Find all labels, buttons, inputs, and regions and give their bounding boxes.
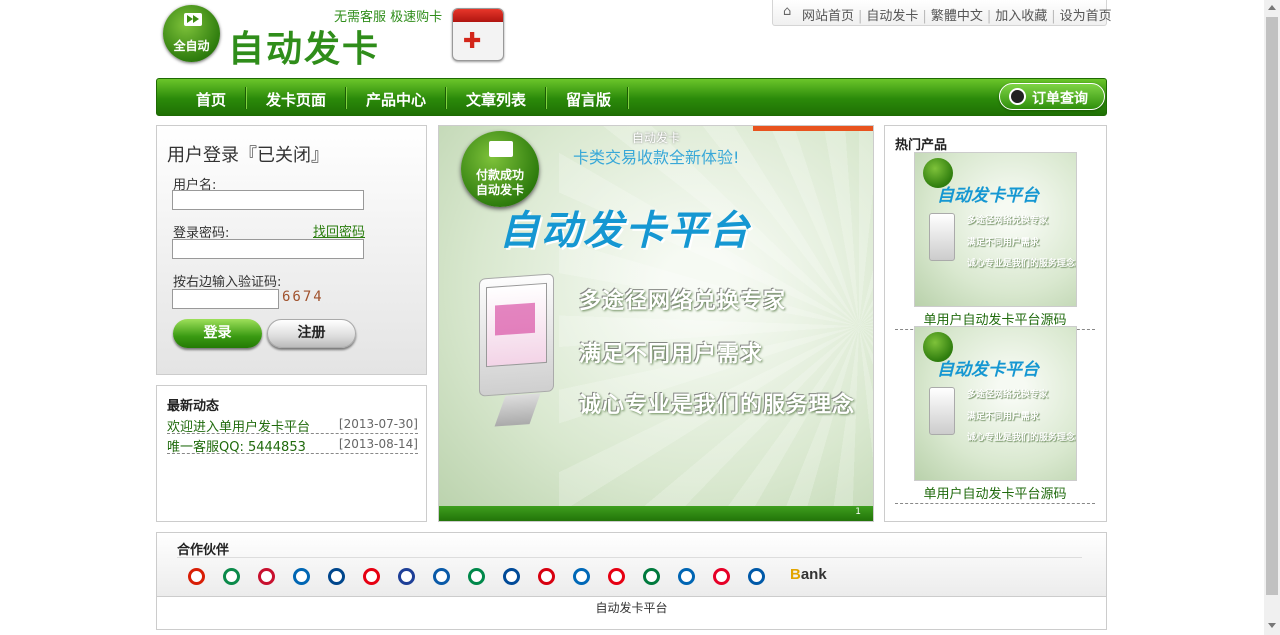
- top-link-traditional[interactable]: 繁體中文: [931, 9, 983, 24]
- captcha-image[interactable]: 6674: [282, 289, 324, 305]
- page: 全自动 自动发卡 无需客服 极速购卡 ✚ ⌂ 网站首页 | 自动发卡 | 繁體中文 | 加入…: [156, 0, 1112, 635]
- hot-products-title: 热门产品: [895, 138, 948, 153]
- scroll-thumb[interactable]: [1266, 17, 1278, 595]
- play-icon: [489, 141, 513, 157]
- bank-17-icon[interactable]: [748, 568, 765, 585]
- news-item-text[interactable]: 唯一客服QQ: 5444853: [167, 436, 306, 455]
- order-query-button[interactable]: 订单查询: [999, 83, 1105, 110]
- main-nav: 首页 发卡页面 产品中心 文章列表 留言版 订单查询: [156, 78, 1107, 116]
- footer-text: 自动发卡平台: [595, 601, 668, 615]
- captcha-input[interactable]: [172, 289, 279, 309]
- scroll-down-icon[interactable]: [1268, 623, 1276, 628]
- top-links-bar: ⌂ 网站首页 | 自动发卡 | 繁體中文 | 加入收藏 | 设为首页: [772, 0, 1112, 26]
- product-caption[interactable]: 单用户自动发卡平台源码: [895, 483, 1095, 504]
- footer: 自动发卡平台: [156, 597, 1107, 630]
- banner-title: 自动发卡平台: [499, 208, 751, 254]
- partners-panel: 合作伙伴 Bank: [156, 532, 1107, 597]
- password-input[interactable]: [172, 239, 364, 259]
- home-icon: ⌂: [783, 4, 792, 19]
- banner-badge: 付款成功 自动发卡: [461, 131, 539, 207]
- slogan: 无需客服 极速购卡: [334, 10, 443, 25]
- banner-badge-line2: 自动发卡: [475, 183, 524, 197]
- news-item-text[interactable]: 欢迎进入单用户发卡平台: [167, 416, 310, 435]
- vertical-scrollbar[interactable]: [1264, 0, 1280, 635]
- top-link-set-homepage[interactable]: 设为首页: [1060, 9, 1112, 24]
- login-title: 用户登录『已关闭』: [167, 145, 329, 166]
- bank-3-icon[interactable]: [258, 568, 275, 585]
- scroll-up-icon[interactable]: [1268, 5, 1276, 10]
- bank-16-icon[interactable]: [713, 568, 730, 585]
- logo-badge-text: 全自动: [173, 39, 210, 53]
- top-link-home[interactable]: 网站首页: [802, 9, 854, 24]
- promo-banner[interactable]: 自动发卡 卡类交易收款全新体验! 付款成功 自动发卡 自动发卡平台 多途径网络兑…: [438, 125, 874, 522]
- play-icon: [184, 13, 202, 26]
- bank-4-icon[interactable]: [293, 568, 310, 585]
- news-item[interactable]: 欢迎进入单用户发卡平台 [2013-07-30]: [167, 414, 418, 435]
- news-item-date: [2013-08-14]: [338, 437, 418, 451]
- logo-badge[interactable]: 全自动: [163, 5, 220, 62]
- bank-10-icon[interactable]: [503, 568, 520, 585]
- news-item[interactable]: 唯一客服QQ: 5444853 [2013-08-14]: [167, 434, 418, 455]
- banner-line: 诚心专业是我们的服务理念: [579, 393, 856, 418]
- search-icon: [1009, 88, 1026, 105]
- nav-item-articles[interactable]: 文章列表: [466, 89, 526, 110]
- product-image[interactable]: 自动发卡平台 多途径网络兑换专家 满足不同用户需求 诚心专业是我们的服务理念: [914, 326, 1077, 481]
- top-link-autocard[interactable]: 自动发卡: [866, 9, 918, 24]
- bank-2-icon[interactable]: [223, 568, 240, 585]
- forgot-password-link[interactable]: 找回密码: [313, 221, 365, 240]
- calendar-icon: ✚: [452, 8, 504, 61]
- nav-item-card-page[interactable]: 发卡页面: [266, 89, 326, 110]
- bank-1-icon[interactable]: [188, 568, 205, 585]
- news-item-date: [2013-07-30]: [338, 417, 418, 431]
- banner-slide-bar: 1: [439, 506, 873, 521]
- bank-9-icon[interactable]: [468, 568, 485, 585]
- login-panel: 用户登录『已关闭』 用户名: 登录密码: 找回密码 按右边输入验证码: 6674…: [156, 125, 427, 375]
- username-input[interactable]: [172, 190, 364, 210]
- bank-6-icon[interactable]: [363, 568, 380, 585]
- bank-12-icon[interactable]: [573, 568, 590, 585]
- banner-line: 多途径网络兑换专家: [579, 289, 787, 314]
- bank-8-icon[interactable]: [433, 568, 450, 585]
- banner-line: 满足不同用户需求: [579, 342, 764, 367]
- bank-logo-text[interactable]: Bank: [790, 566, 827, 583]
- nav-item-home[interactable]: 首页: [196, 89, 226, 110]
- hot-products-panel: 热门产品 自动发卡平台 多途径网络兑换专家 满足不同用户需求 诚心专业是我们的服…: [884, 125, 1107, 522]
- top-link-bookmark[interactable]: 加入收藏: [995, 9, 1047, 24]
- captcha-label: 按右边输入验证码:: [173, 275, 282, 290]
- nav-item-guestbook[interactable]: 留言版: [566, 89, 611, 110]
- bank-11-icon[interactable]: [538, 568, 555, 585]
- nav-item-products[interactable]: 产品中心: [366, 89, 426, 110]
- bank-13-icon[interactable]: [608, 568, 625, 585]
- monitor-illustration: [479, 273, 554, 427]
- logo-title[interactable]: 自动发卡: [228, 20, 380, 72]
- order-query-label: 订单查询: [1032, 91, 1088, 107]
- partners-title: 合作伙伴: [177, 543, 230, 558]
- news-title: 最新动态: [167, 399, 220, 414]
- news-panel: 最新动态 欢迎进入单用户发卡平台 [2013-07-30] 唯一客服QQ: 54…: [156, 385, 427, 522]
- bank-14-icon[interactable]: [643, 568, 660, 585]
- product-image[interactable]: 自动发卡平台 多途径网络兑换专家 满足不同用户需求 诚心专业是我们的服务理念: [914, 152, 1077, 307]
- register-button[interactable]: 注册: [267, 319, 356, 348]
- login-button[interactable]: 登录: [173, 319, 262, 348]
- bank-15-icon[interactable]: [678, 568, 695, 585]
- banner-tagline: 卡类交易收款全新体验!: [573, 148, 740, 167]
- bank-5-icon[interactable]: [328, 568, 345, 585]
- bank-7-icon[interactable]: [398, 568, 415, 585]
- slide-number[interactable]: 1: [855, 507, 861, 517]
